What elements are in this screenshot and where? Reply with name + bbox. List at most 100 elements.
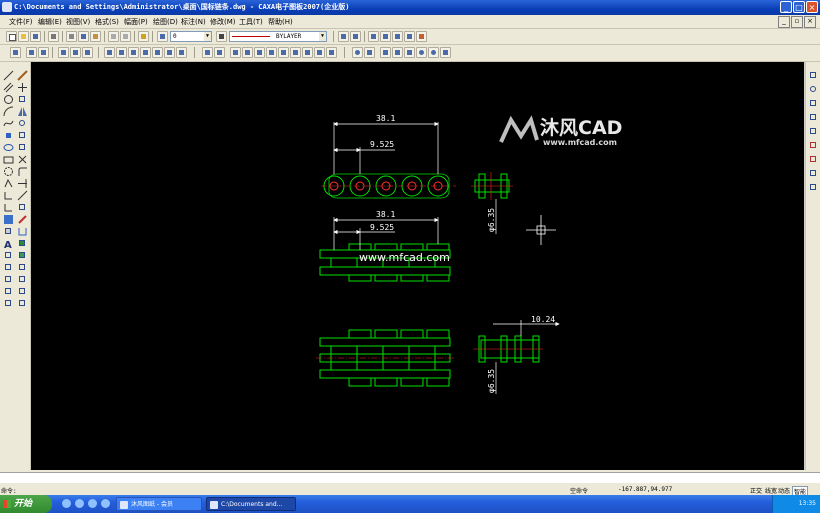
text-tool-icon[interactable]: A [3,238,14,251]
extend-icon[interactable] [17,178,28,189]
tool-icon[interactable] [808,126,819,137]
minimize-button[interactable]: _ [780,1,792,13]
tool-icon[interactable] [128,47,139,58]
tool-icon[interactable] [808,84,819,95]
menu-view[interactable]: 视图(V) [66,17,90,27]
match-icon[interactable] [380,31,391,42]
print-icon[interactable] [48,31,59,42]
tool-icon[interactable] [290,47,301,58]
spline-tool-icon[interactable] [3,118,14,129]
table-icon[interactable] [82,47,93,58]
properties-icon[interactable] [368,31,379,42]
tool-icon[interactable] [808,182,819,193]
ortho-toggle[interactable]: 正交 [750,486,762,495]
chevron-down-icon[interactable]: ▼ [204,32,211,41]
parallel-line-icon[interactable] [3,82,14,93]
help-icon[interactable] [138,31,149,42]
fill-tool-icon[interactable] [3,226,14,237]
fillet-icon[interactable] [17,166,28,177]
doc-minimize-button[interactable]: _ [778,16,790,28]
tool-icon[interactable] [242,47,253,58]
align-icon[interactable] [17,238,28,249]
break-icon[interactable] [17,190,28,201]
arc-tool-icon[interactable] [3,106,14,117]
tool-icon[interactable] [808,112,819,123]
paste-icon[interactable] [90,31,101,42]
redo-icon[interactable] [120,31,131,42]
gradient-icon[interactable] [17,250,28,261]
centerline-tool-icon[interactable] [3,178,14,189]
linewidth-toggle[interactable]: 线宽 [765,486,777,495]
corner-tool-icon[interactable] [3,202,14,213]
pan-icon[interactable] [440,47,451,58]
tool-icon[interactable] [392,47,403,58]
ole-tool-icon[interactable] [3,286,14,297]
save-icon[interactable] [30,31,41,42]
ellipse-tool-icon[interactable] [3,142,14,153]
copy-icon[interactable] [78,31,89,42]
redraw-icon[interactable] [38,47,49,58]
tool-icon[interactable] [104,47,115,58]
dimension-icon[interactable] [214,47,225,58]
rectangle-tool-icon[interactable] [3,154,14,165]
pen-tool-icon[interactable] [17,70,28,81]
scale-icon[interactable] [17,226,28,237]
library-icon[interactable] [392,31,403,42]
polygon-tool-icon[interactable] [3,166,14,177]
tool-icon[interactable] [140,47,151,58]
tool-icon[interactable] [808,140,819,151]
tool-icon[interactable] [116,47,127,58]
tool-icon[interactable] [176,47,187,58]
hatch-tool-icon[interactable] [3,214,14,225]
offset-icon[interactable] [17,142,28,153]
tool-icon[interactable] [254,47,265,58]
insert-block-icon[interactable] [350,31,361,42]
menu-modify[interactable]: 修改(M) [210,17,236,27]
tool-icon[interactable] [808,154,819,165]
menu-format[interactable]: 格式(S) [95,17,119,27]
linetype-select[interactable]: BYLAYER ▼ [229,31,327,42]
tool-icon[interactable] [808,168,819,179]
tool-icon[interactable] [302,47,313,58]
open-file-icon[interactable] [18,31,29,42]
zoom-window-icon[interactable] [10,47,21,58]
tool-icon[interactable] [152,47,163,58]
menu-file[interactable]: 文件(F) [9,17,33,27]
layer-select[interactable]: 0 ▼ [170,31,212,42]
tool-icon[interactable] [380,47,391,58]
eraser-icon[interactable] [17,298,28,309]
insert-symbol-icon[interactable] [338,31,349,42]
edit-icon[interactable] [17,286,28,297]
trim-icon[interactable] [17,154,28,165]
line-tool-icon[interactable] [3,70,14,81]
chevron-down-icon[interactable]: ▼ [319,32,326,41]
layer-control-icon[interactable] [157,31,168,42]
menu-sheet[interactable]: 幅面(P) [124,17,148,27]
tool-icon[interactable] [364,47,375,58]
tool-icon[interactable] [314,47,325,58]
mirror-icon[interactable] [17,106,28,117]
equidistant-line-icon[interactable] [3,190,14,201]
app-icon[interactable] [2,2,12,12]
drawing-canvas[interactable]: 38.1 9.525 φ6.35 38.1 9.525 10.24 φ6.35 … [31,62,804,470]
copy-object-icon[interactable] [17,94,28,105]
tool-icon[interactable] [404,47,415,58]
measure-icon[interactable] [17,262,28,273]
part-icon[interactable] [17,274,28,285]
close-button[interactable]: × [806,1,818,13]
tool-icon[interactable] [808,70,819,81]
quicklaunch-icon[interactable] [88,499,97,508]
array-icon[interactable] [17,130,28,141]
tool-icon[interactable] [278,47,289,58]
dimension-icon[interactable] [202,47,213,58]
start-button[interactable]: 开始 [0,495,52,513]
search-icon[interactable] [352,47,363,58]
tool-icon[interactable] [164,47,175,58]
tool-icon[interactable] [230,47,241,58]
explode-icon[interactable] [17,214,28,225]
block-tool-icon[interactable] [3,250,14,261]
taskbar-item-browser[interactable]: 沐风图纸 - 会员 [116,497,202,511]
cut-icon[interactable] [66,31,77,42]
text-icon[interactable] [70,47,81,58]
color-icon[interactable] [216,31,227,42]
